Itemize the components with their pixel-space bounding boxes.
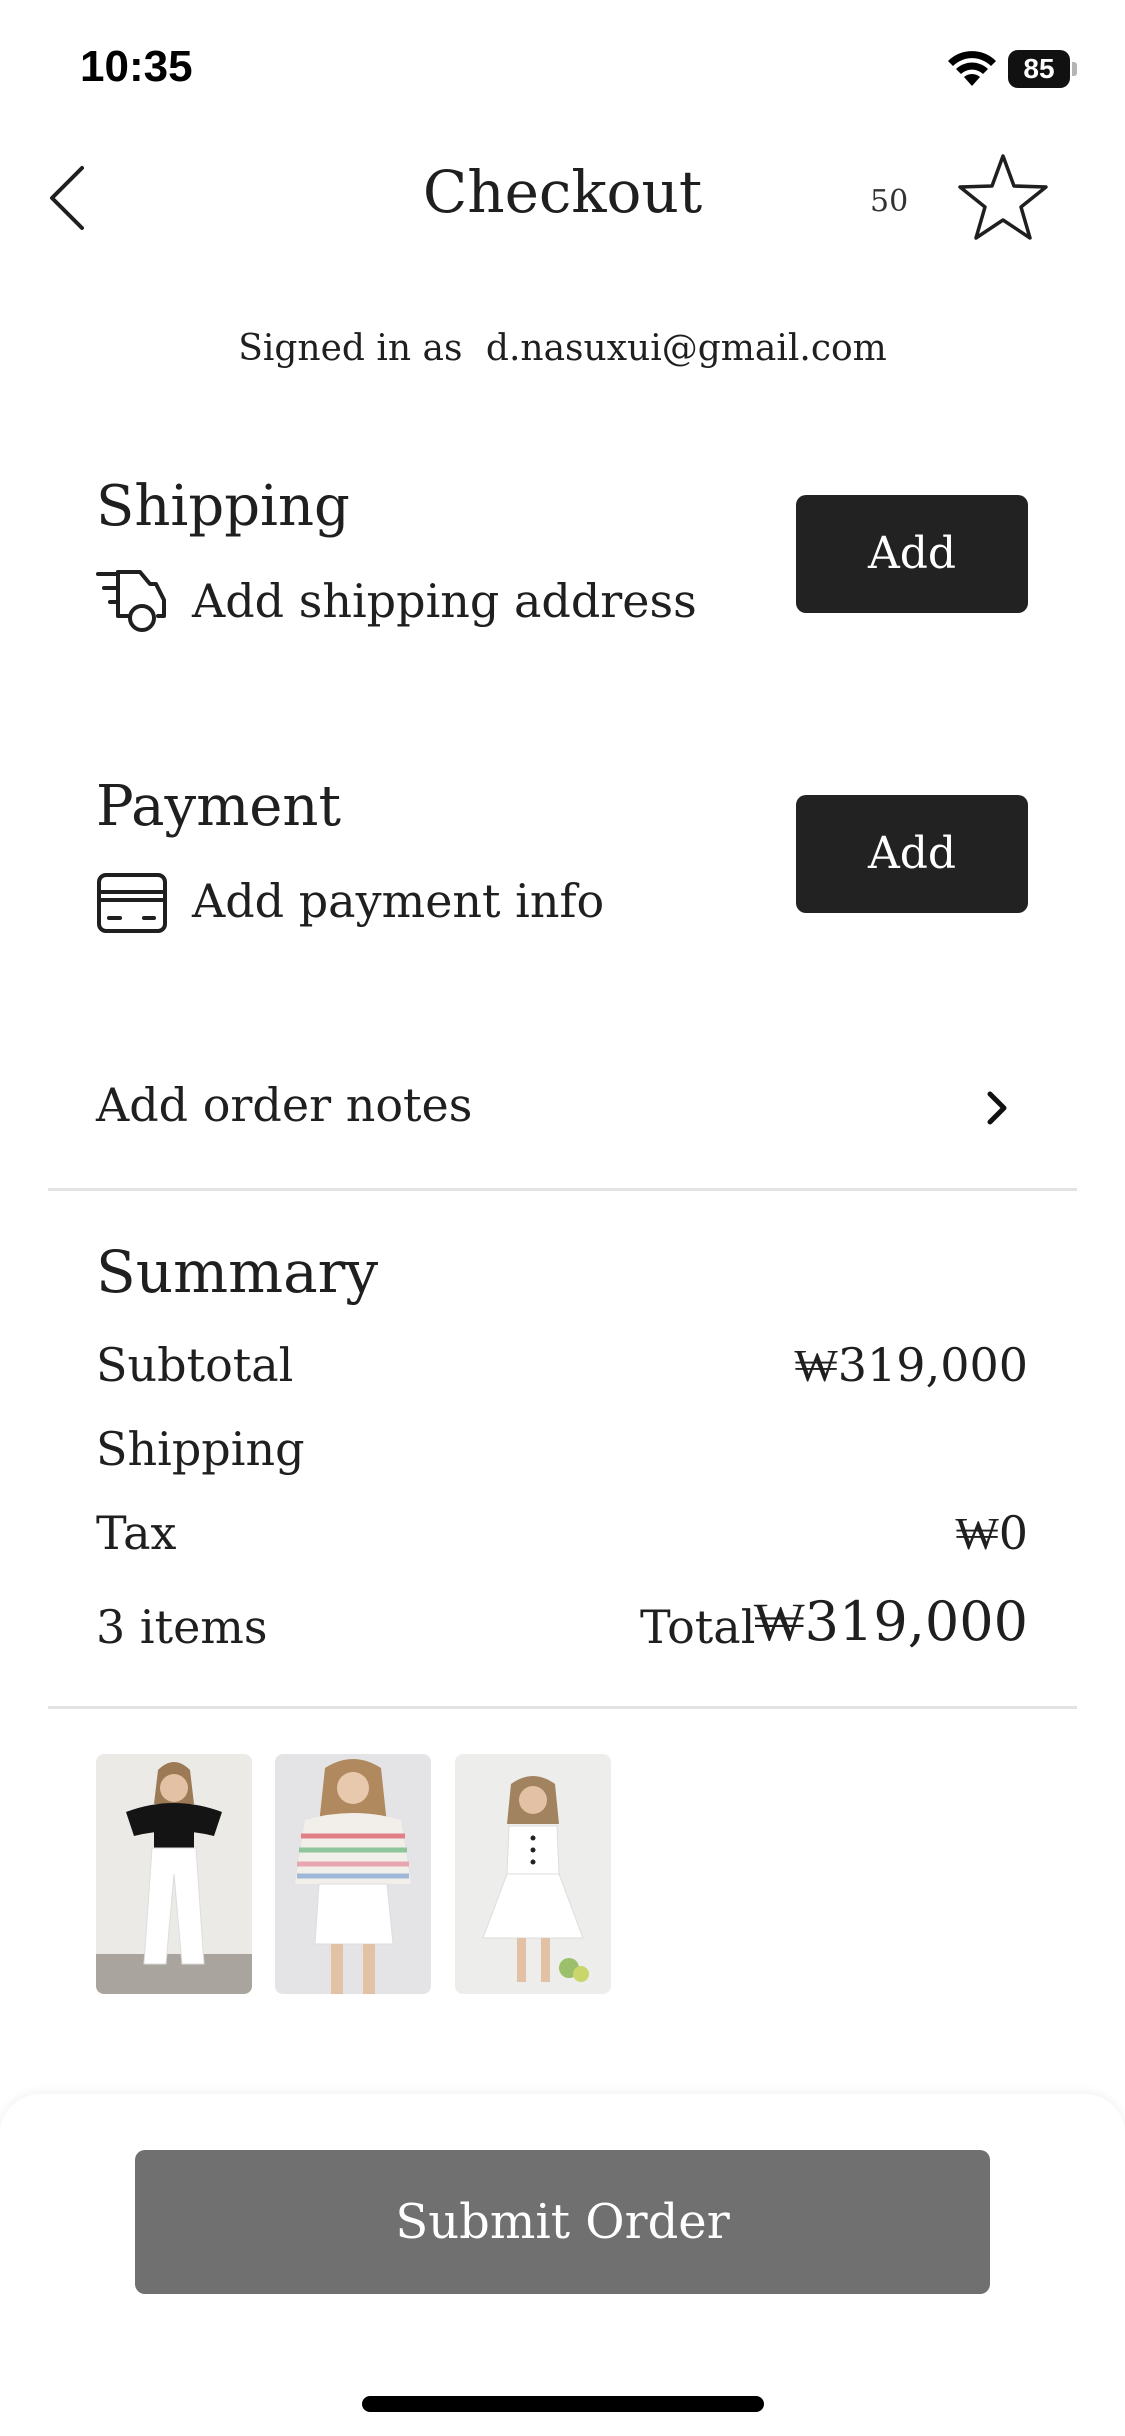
summary-title: Summary — [96, 1238, 379, 1306]
subtotal-label: Subtotal — [96, 1338, 294, 1392]
payment-subtitle: Add payment info — [192, 874, 605, 928]
add-shipping-button[interactable]: Add — [796, 495, 1028, 613]
order-notes-label: Add order notes — [96, 1078, 473, 1132]
star-icon[interactable] — [956, 152, 1050, 242]
divider — [48, 1706, 1077, 1709]
account-email: d.nasuxui@gmail.com — [485, 328, 887, 369]
signed-in-label: Signed in as — [238, 328, 463, 369]
back-arrow-icon[interactable] — [44, 160, 94, 236]
product-thumb-3[interactable] — [455, 1754, 611, 1994]
tax-value: ₩0 — [955, 1506, 1028, 1560]
favorites-count: 50 — [870, 184, 909, 219]
subtotal-value: ₩319,000 — [794, 1338, 1028, 1392]
status-time: 10:35 — [80, 42, 193, 91]
credit-card-icon — [97, 873, 167, 933]
shipping-cost-label: Shipping — [96, 1422, 305, 1476]
battery-level: 85 — [1023, 53, 1055, 84]
add-payment-button[interactable]: Add — [796, 795, 1028, 913]
total-value: ₩319,000 — [753, 1590, 1028, 1653]
payment-title: Payment — [96, 774, 341, 839]
home-indicator[interactable] — [362, 2396, 764, 2412]
chevron-right-icon — [987, 1091, 1007, 1125]
signed-in-line: Signed in as d.nasuxui@gmail.com — [0, 328, 1125, 369]
shipping-subtitle: Add shipping address — [192, 574, 697, 628]
battery-icon: 85 — [1008, 50, 1077, 88]
submit-order-button[interactable]: Submit Order — [135, 2150, 990, 2294]
shipping-title: Shipping — [96, 474, 350, 539]
product-thumb-1[interactable] — [96, 1754, 252, 1994]
tax-label: Tax — [96, 1506, 177, 1560]
product-thumb-2[interactable] — [275, 1754, 431, 1994]
items-count: 3 items — [96, 1600, 268, 1654]
divider — [48, 1188, 1077, 1191]
wifi-icon — [948, 51, 996, 86]
total-label: Total — [640, 1600, 756, 1654]
delivery-truck-icon — [96, 570, 166, 632]
